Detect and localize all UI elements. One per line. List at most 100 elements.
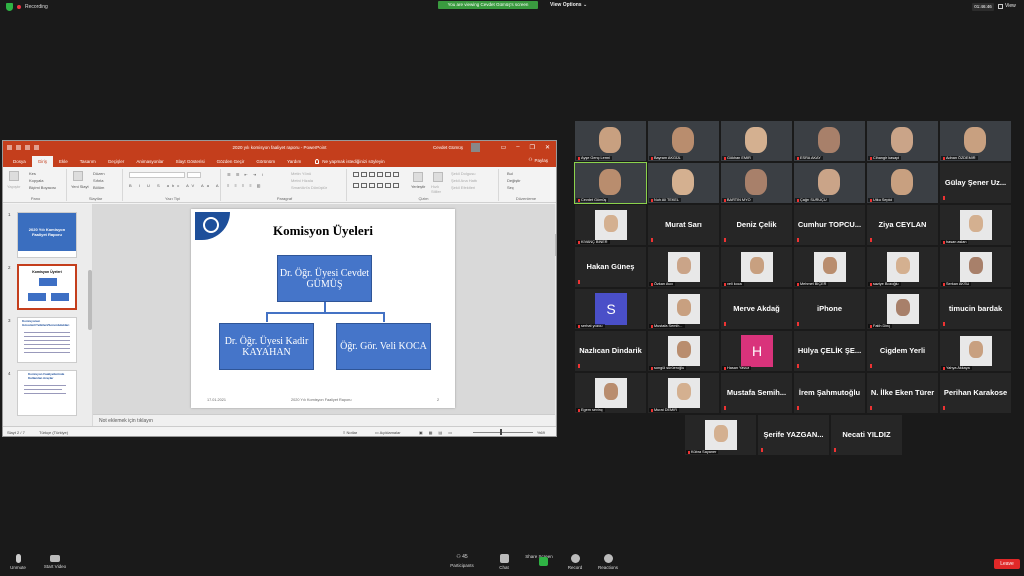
shape-effects-button[interactable]: Şekil Efektleri <box>451 185 475 190</box>
participant-tile[interactable]: Kübra Sayaner <box>685 415 756 455</box>
participant-tile[interactable]: Şerife YAZGAN... <box>758 415 829 455</box>
font-format-buttons[interactable]: B I U S abc AV Aa A <box>129 183 222 188</box>
participant-tile[interactable]: Necati YILDIZ <box>831 415 902 455</box>
paste-button[interactable]: Yapıştır <box>7 184 21 189</box>
select-button[interactable]: Seç <box>507 185 514 190</box>
tab-animations[interactable]: Animasyonlar <box>130 156 169 167</box>
slide-thumbnail-3[interactable]: Komisyonun Görevleri/Yetkileri/Sorumlulu… <box>17 317 77 363</box>
leave-button[interactable]: Leave <box>994 559 1020 569</box>
notes-toggle[interactable]: ≡ Notlar <box>343 430 357 435</box>
thumbnails-scrollbar[interactable] <box>88 270 92 330</box>
participant-tile[interactable]: Hakan Güneş <box>575 247 646 287</box>
participant-tile[interactable]: Cumhur TOPCU... <box>794 205 865 245</box>
reactions-button[interactable]: Reactions <box>594 554 622 570</box>
participant-tile[interactable]: Ziya CEYLAN <box>867 205 938 245</box>
align-text-button[interactable]: Metni Hizala <box>291 178 313 183</box>
participant-tile[interactable]: Perihan Karakose <box>940 373 1011 413</box>
participant-tile[interactable]: BARTIN MYO <box>721 163 792 203</box>
copy-button[interactable]: Kopyala <box>29 178 43 183</box>
comments-toggle[interactable]: ▭ Açıklamalar <box>375 430 401 435</box>
layout-button[interactable]: Düzen <box>93 171 105 176</box>
minimize-icon[interactable]: – <box>516 144 519 151</box>
tab-design[interactable]: Tasarım <box>74 156 102 167</box>
ribbon-options-icon[interactable]: ▭ <box>501 144 507 151</box>
record-button[interactable]: Record <box>563 554 587 570</box>
participant-tile[interactable]: Fatih Dinç <box>867 289 938 329</box>
participant-tile[interactable]: Bayram AKGÜL <box>648 121 719 161</box>
share-button[interactable]: ⚇ Paylaş <box>528 157 548 163</box>
unmute-button[interactable]: Unmute <box>6 554 30 570</box>
participants-button[interactable]: ⚇ 45 Participants <box>447 554 477 568</box>
participant-tile[interactable]: Deniz Çelik <box>721 205 792 245</box>
participant-tile[interactable]: hasan aslan <box>940 205 1011 245</box>
view-buttons[interactable]: ▣▦▤▭ <box>419 430 458 435</box>
participant-tile[interactable]: Mehmet BİÇER <box>794 247 865 287</box>
arrange-button[interactable]: Yerleştir <box>411 184 425 189</box>
new-slide-button[interactable]: Yeni Slayt <box>71 184 89 189</box>
format-painter-button[interactable]: Biçimi Boyacısı <box>29 185 56 190</box>
start-video-button[interactable]: Start Video <box>40 554 70 569</box>
shape-outline-button[interactable]: Şekil Ana Hattı <box>451 178 477 183</box>
chat-button[interactable]: Chat <box>494 554 514 570</box>
tab-view[interactable]: Görünüm <box>250 156 281 167</box>
slide-thumbnail-2[interactable]: Komisyon Üyeleri <box>17 264 77 310</box>
participant-tile[interactable]: iPhone <box>794 289 865 329</box>
participant-tile[interactable]: Cigdem Yerli <box>867 331 938 371</box>
participant-tile[interactable]: KIVANÇ BİNER <box>575 205 646 245</box>
slide-scrollbar[interactable] <box>555 204 556 426</box>
participant-tile[interactable]: İrem Şahmutoğlu <box>794 373 865 413</box>
participant-tile[interactable]: Utku Sepici <box>867 163 938 203</box>
participant-tile[interactable]: Murat DEMİR <box>648 373 719 413</box>
shapes-gallery[interactable] <box>353 172 405 192</box>
list-buttons[interactable]: ☰ ☰ ⇤ ⇥ ↕ <box>227 172 265 177</box>
participant-tile[interactable]: Egem sevinç <box>575 373 646 413</box>
participant-tile[interactable]: Özkan Avcı <box>648 247 719 287</box>
zoom-slider-knob[interactable] <box>500 429 502 435</box>
quick-styles-button[interactable]: Hızlı Stiller <box>431 184 447 194</box>
tab-transitions[interactable]: Geçişler <box>102 156 131 167</box>
tab-file[interactable]: Dosya <box>7 156 32 167</box>
participant-tile[interactable]: saziye Bozoğlu <box>867 247 938 287</box>
find-button[interactable]: Bul <box>507 171 513 176</box>
font-size-dropdown[interactable] <box>187 172 201 178</box>
tab-slideshow[interactable]: Slayt Gösterisi <box>170 156 211 167</box>
participant-tile[interactable]: N. İlke Eken Türer <box>867 373 938 413</box>
participant-tile[interactable]: Çağrı SURUÇU <box>794 163 865 203</box>
cut-button[interactable]: Kes <box>29 171 36 176</box>
participant-tile[interactable]: Gülay Şener Uz... <box>940 163 1011 203</box>
smartart-button[interactable]: SmartArt'a Dönüştür <box>291 185 327 190</box>
text-direction-button[interactable]: Metin Yönü <box>291 171 311 176</box>
participant-tile[interactable]: H Hasan Yavuz <box>721 331 792 371</box>
view-options-button[interactable]: View Options ⌄ <box>550 2 587 8</box>
org-box-left[interactable]: Dr. Öğr. Üyesi Kadir KAYAHAN <box>219 323 314 370</box>
current-slide[interactable]: Komisyon Üyeleri Dr. Öğr. Üyesi Cevdet G… <box>191 209 455 408</box>
tab-review[interactable]: Gözden Geçir <box>211 156 251 167</box>
participant-tile[interactable]: timucin bardak <box>940 289 1011 329</box>
participant-tile[interactable]: Serkan AKSU <box>940 247 1011 287</box>
zoom-slider[interactable] <box>473 432 533 433</box>
maximize-icon[interactable]: ❐ <box>530 144 535 151</box>
slide-thumbnail-1[interactable]: 2020 Yılı Komisyon Faaliyet Raporu <box>17 212 77 258</box>
org-box-top[interactable]: Dr. Öğr. Üyesi Cevdet GÜMÜŞ <box>277 255 372 302</box>
participant-tile[interactable]: ESRA AKAY <box>794 121 865 161</box>
participant-tile[interactable]: veli koca <box>721 247 792 287</box>
slide-thumbnail-4[interactable]: Komisyon Faaliyetlerinde Kullanılan Araç… <box>17 370 77 416</box>
tab-insert[interactable]: Ekle <box>53 156 74 167</box>
reset-button[interactable]: Sıfırla <box>93 178 103 183</box>
align-buttons[interactable]: ≡ ≡ ≡ ≡ ▥ <box>227 183 263 188</box>
participant-tile[interactable]: Gökhan EMİR <box>721 121 792 161</box>
replace-button[interactable]: Değiştir <box>507 178 521 183</box>
view-button[interactable]: View <box>998 3 1016 9</box>
participant-tile[interactable]: Mustafa Semih... <box>648 289 719 329</box>
zoom-level[interactable]: %69 <box>537 430 545 435</box>
tab-help[interactable]: Yardım <box>281 156 307 167</box>
participant-tile[interactable]: Sserhat yozcu <box>575 289 646 329</box>
participant-tile[interactable]: Adnan ÖZDEMİR <box>940 121 1011 161</box>
participant-tile[interactable]: Cihangir kasapi <box>867 121 938 161</box>
close-icon[interactable]: ✕ <box>545 144 550 151</box>
language-indicator[interactable]: Türkçe (Türkiye) <box>39 430 68 435</box>
participant-tile[interactable]: Hülya ÇELİK ŞE... <box>794 331 865 371</box>
tab-home[interactable]: Giriş <box>31 156 54 167</box>
participant-tile[interactable]: Nazlıcan Dindarik <box>575 331 646 371</box>
participant-tile[interactable]: Ayşe Genç Lermi <box>575 121 646 161</box>
